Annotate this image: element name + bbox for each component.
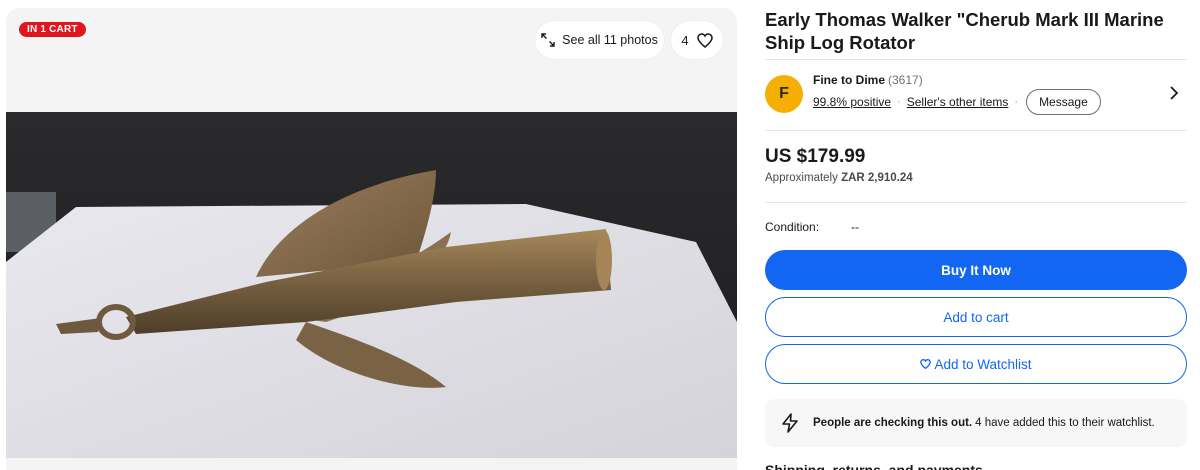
message-seller-button[interactable]: Message bbox=[1026, 89, 1101, 115]
buy-it-now-button[interactable]: Buy It Now bbox=[765, 250, 1187, 290]
seller-name-row: Fine to Dime (3617) bbox=[813, 73, 923, 87]
seller-name[interactable]: Fine to Dime bbox=[813, 73, 885, 87]
separator-dot: · bbox=[1014, 96, 1019, 108]
approx-prefix: Approximately bbox=[765, 172, 838, 184]
add-to-cart-button[interactable]: Add to cart bbox=[765, 297, 1187, 337]
watchers-notice: People are checking this out. 4 have add… bbox=[765, 399, 1187, 447]
notice-bold-text: People are checking this out. bbox=[813, 417, 973, 429]
approx-value: ZAR 2,910.24 bbox=[841, 172, 913, 184]
condition-label: Condition: bbox=[765, 220, 820, 234]
listing-title: Early Thomas Walker "Cherub Mark III Mar… bbox=[765, 9, 1164, 53]
price: US $179.99 bbox=[765, 146, 866, 167]
watch-count: 4 bbox=[681, 32, 689, 48]
seller-other-items-link[interactable]: Seller's other items bbox=[907, 95, 1009, 109]
product-photo[interactable] bbox=[6, 112, 737, 458]
image-gallery: IN 1 CART See all 11 photos 4 bbox=[6, 8, 737, 470]
in-cart-badge: IN 1 CART bbox=[19, 22, 86, 37]
seller-positive-link[interactable]: 99.8% positive bbox=[813, 95, 891, 109]
seller-links: 99.8% positive · Seller's other items · … bbox=[813, 89, 1101, 115]
seller-card: F Fine to Dime (3617) 99.8% positive · Se… bbox=[765, 59, 1187, 131]
separator-dot: · bbox=[897, 96, 901, 108]
condition-value: -- bbox=[851, 220, 859, 234]
seller-avatar[interactable]: F bbox=[765, 75, 803, 113]
lightning-bolt-icon bbox=[781, 413, 799, 433]
seller-feedback-count: (3617) bbox=[888, 73, 923, 87]
chevron-right-icon[interactable] bbox=[1169, 86, 1179, 100]
see-all-photos-button[interactable]: See all 11 photos bbox=[535, 21, 664, 59]
approx-price: Approximately ZAR 2,910.24 bbox=[765, 172, 913, 184]
shipping-section-heading[interactable]: Shipping, returns, and payments bbox=[765, 462, 983, 470]
add-to-watchlist-label: Add to Watchlist bbox=[934, 356, 1032, 372]
divider bbox=[765, 202, 1187, 203]
add-to-watchlist-button[interactable]: Add to Watchlist bbox=[765, 344, 1187, 384]
gallery-footer bbox=[6, 458, 737, 470]
notice-text: 4 have added this to their watchlist. bbox=[975, 417, 1155, 429]
expand-arrows-icon bbox=[541, 33, 555, 47]
see-all-photos-label: See all 11 photos bbox=[562, 33, 658, 47]
heart-outline-icon bbox=[920, 359, 932, 369]
watchlist-heart-button[interactable]: 4 bbox=[671, 21, 723, 59]
heart-outline-icon bbox=[696, 32, 713, 48]
